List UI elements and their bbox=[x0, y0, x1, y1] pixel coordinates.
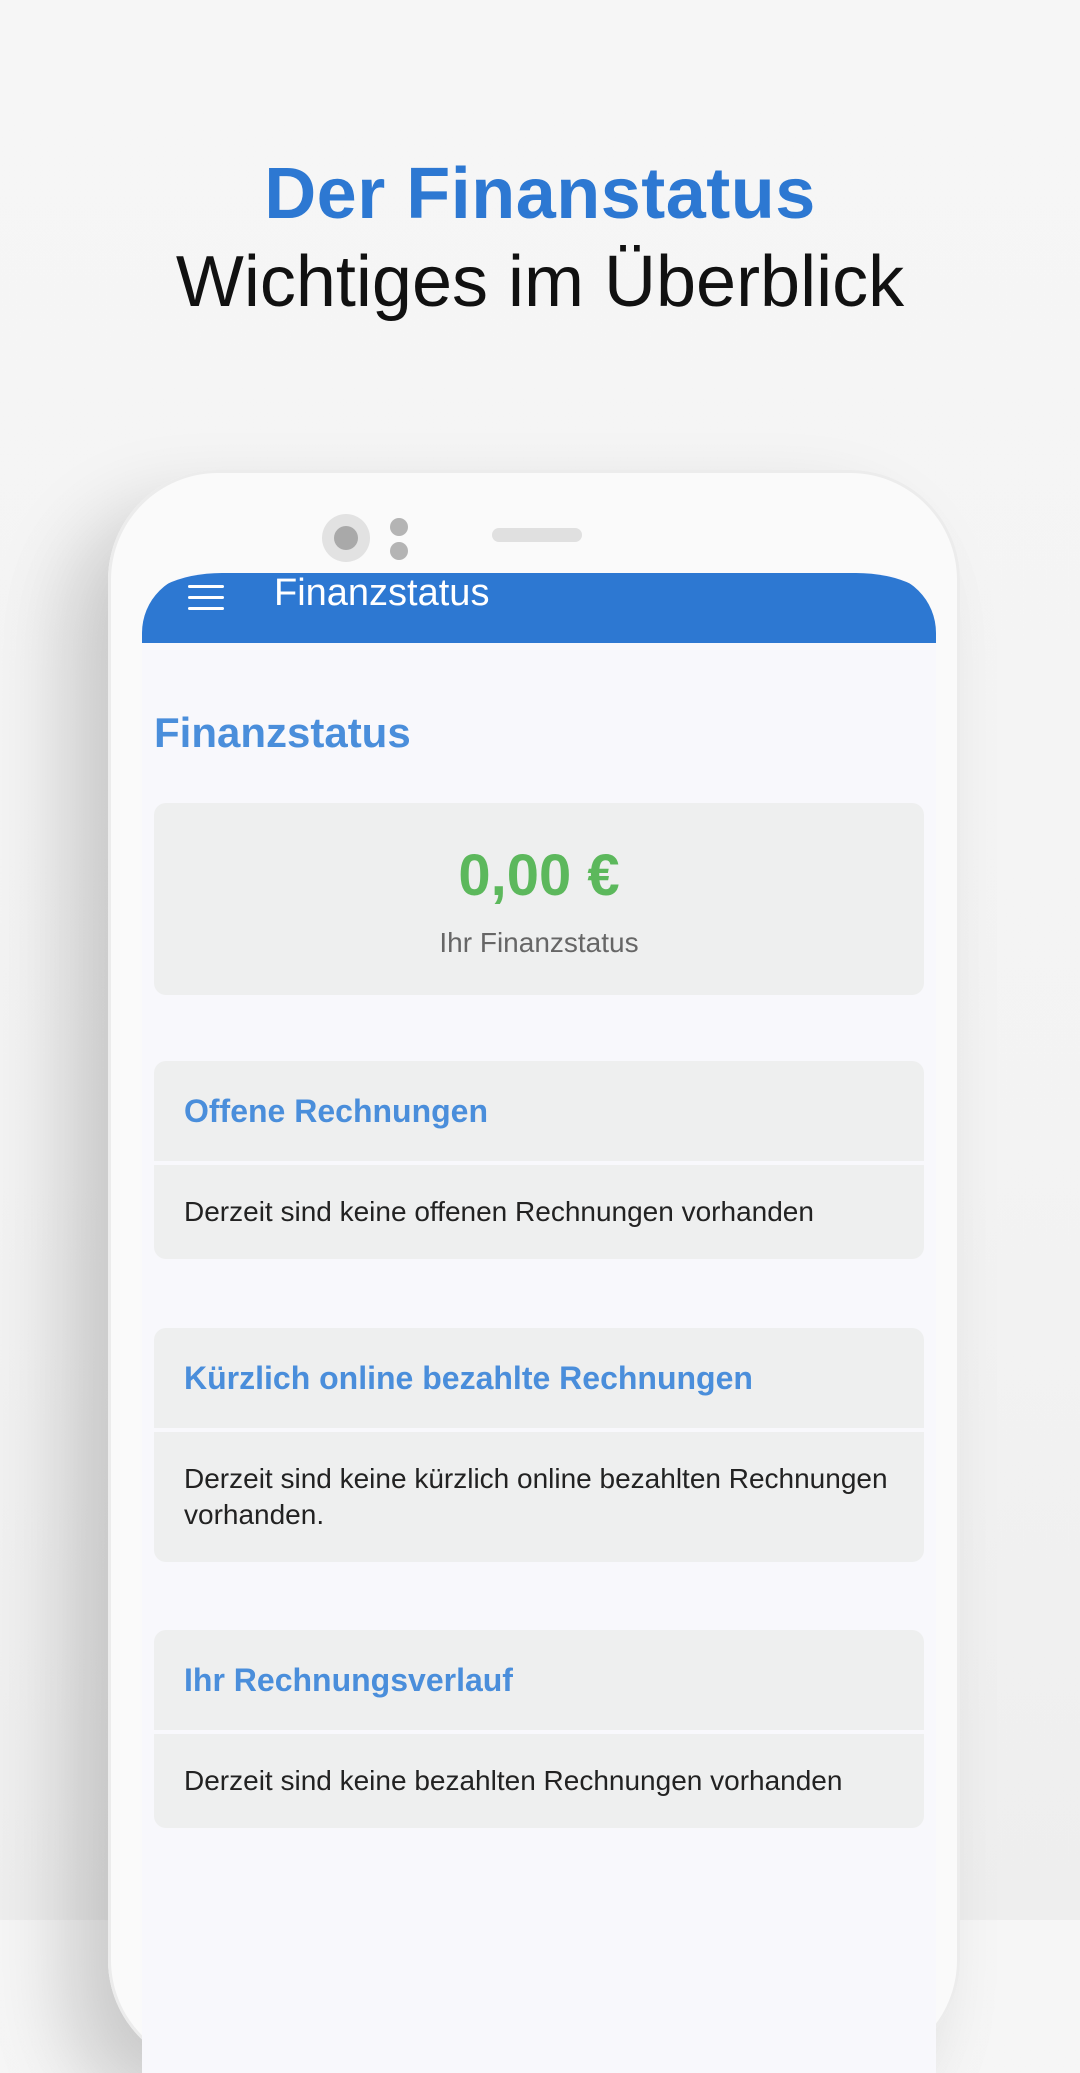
promo-title: Der Finanstatus bbox=[264, 154, 816, 234]
phone-frame: Finanzstatus Finanzstatus 0,00 € Ihr Fin… bbox=[108, 470, 960, 2073]
section-body: Derzeit sind keine offenen Rechnungen vo… bbox=[184, 1196, 814, 1227]
section-heading: Kürzlich online bezahlte Rechnungen bbox=[154, 1328, 924, 1432]
section-recently-paid: Kürzlich online bezahlte Rechnungen Derz… bbox=[154, 1328, 924, 1562]
promo-headline: Der Finanstatus Wichtiges im Überblick bbox=[0, 150, 1080, 326]
camera-icon bbox=[322, 514, 370, 562]
app-bar-title: Finanzstatus bbox=[274, 573, 490, 614]
page-title: Finanzstatus bbox=[154, 709, 411, 756]
section-open-invoices: Offene Rechnungen Derzeit sind keine off… bbox=[154, 1061, 924, 1259]
section-heading: Offene Rechnungen bbox=[154, 1061, 924, 1165]
balance-amount: 0,00 € bbox=[458, 843, 620, 908]
section-body: Derzeit sind keine kürzlich online bezah… bbox=[184, 1463, 888, 1530]
sensor-icon bbox=[390, 518, 410, 564]
speaker-grille bbox=[492, 528, 582, 542]
balance-label: Ihr Finanzstatus bbox=[439, 927, 639, 958]
app-screen: Finanzstatus Finanzstatus 0,00 € Ihr Fin… bbox=[142, 573, 936, 2073]
menu-icon[interactable] bbox=[188, 585, 224, 611]
section-invoice-history: Ihr Rechnungsverlauf Derzeit sind keine … bbox=[154, 1630, 924, 1828]
section-heading: Ihr Rechnungsverlauf bbox=[154, 1630, 924, 1734]
balance-card: 0,00 € Ihr Finanzstatus bbox=[154, 803, 924, 995]
app-bar: Finanzstatus bbox=[142, 573, 936, 643]
promo-subtitle: Wichtiges im Überblick bbox=[175, 242, 905, 322]
section-body: Derzeit sind keine bezahlten Rechnungen … bbox=[184, 1765, 843, 1796]
